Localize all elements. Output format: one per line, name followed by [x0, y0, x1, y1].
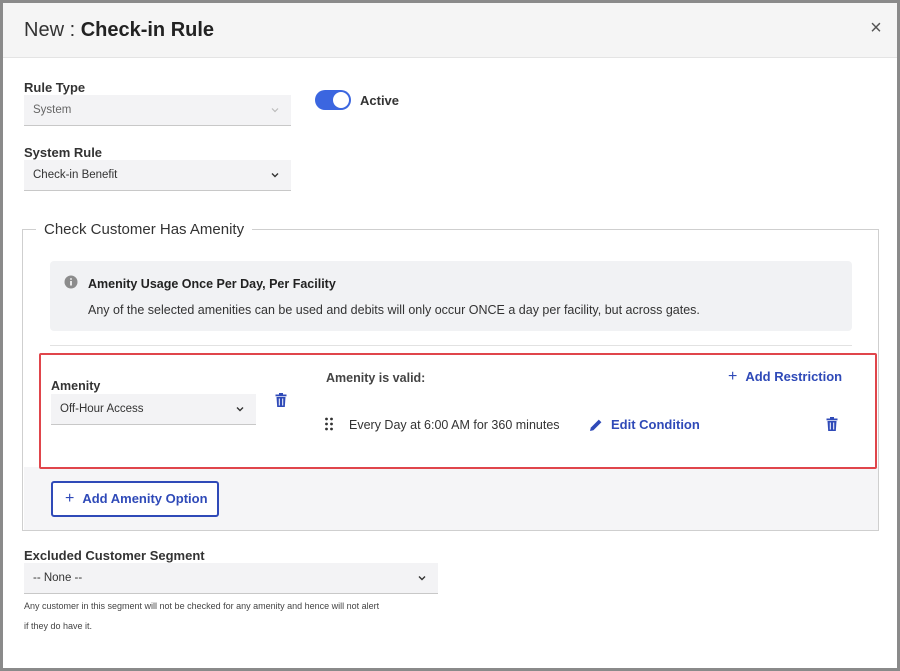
close-icon[interactable]: ×: [865, 17, 887, 39]
plus-icon: +: [65, 490, 75, 507]
chevron-down-icon: [271, 173, 279, 178]
modal-header: New : Check-in Rule ×: [3, 3, 897, 58]
system-rule-label: System Rule: [24, 145, 103, 160]
info-box: Amenity Usage Once Per Day, Per Facility…: [50, 261, 852, 331]
excluded-help-line2: if they do have it.: [24, 621, 93, 631]
excluded-help-line1: Any customer in this segment will not be…: [24, 601, 380, 611]
chevron-down-icon: [271, 108, 279, 113]
add-amenity-option-label: Add Amenity Option: [82, 491, 208, 506]
toggle-knob: [333, 92, 349, 108]
title-name: Check-in Rule: [80, 19, 215, 41]
rule-type-select[interactable]: System: [24, 95, 291, 126]
highlight-box: [39, 353, 877, 469]
add-amenity-option-button[interactable]: + Add Amenity Option: [51, 481, 219, 517]
fieldset-legend: Check Customer Has Amenity: [36, 221, 253, 238]
info-icon: [64, 275, 78, 289]
rule-type-value: System: [33, 104, 72, 116]
system-rule-select[interactable]: Check-in Benefit: [24, 160, 291, 191]
excluded-segment-label: Excluded Customer Segment: [24, 548, 205, 563]
rule-type-label: Rule Type: [24, 80, 86, 95]
system-rule-value: Check-in Benefit: [33, 169, 118, 181]
title-prefix: New :: [24, 19, 81, 41]
chevron-down-icon: [418, 576, 426, 581]
excluded-segment-value: -- None --: [33, 572, 83, 584]
info-text: Any of the selected amenities can be use…: [88, 303, 700, 317]
info-title: Amenity Usage Once Per Day, Per Facility: [88, 277, 336, 291]
modal-title: New : Check-in Rule: [24, 19, 214, 42]
active-toggle[interactable]: [315, 90, 351, 110]
divider: [50, 345, 852, 346]
active-label: Active: [360, 93, 400, 108]
excluded-segment-select[interactable]: -- None --: [24, 563, 438, 594]
